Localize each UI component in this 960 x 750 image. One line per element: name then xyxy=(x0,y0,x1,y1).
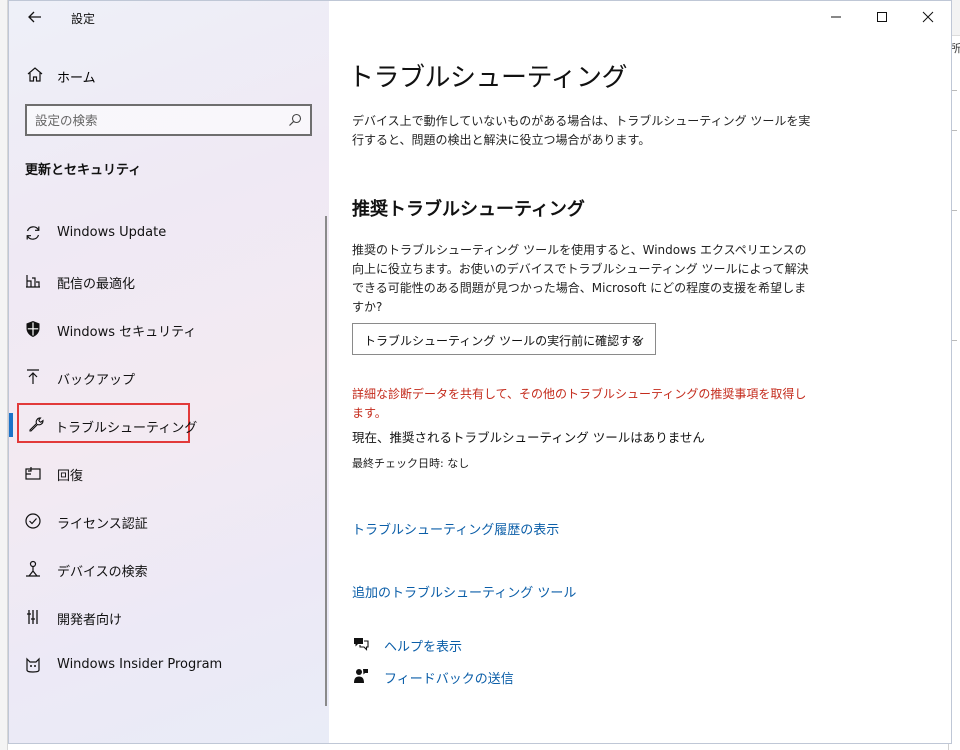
recommended-description: 推奨のトラブルシューティング ツールを使用すると、Windows エクスペリエン… xyxy=(352,243,809,314)
sidebar-item-label: 回復 xyxy=(57,469,84,484)
close-button[interactable] xyxy=(905,1,951,33)
developer-tools-icon xyxy=(27,610,38,624)
last-check-text: 最終チェック日時: なし xyxy=(352,457,470,470)
sidebar-item-delivery-optimization[interactable]: 配信の最適化 xyxy=(9,257,327,305)
sidebar-item-backup[interactable]: バックアップ xyxy=(9,353,327,401)
sidebar-item-find-my-device[interactable]: デバイスの検索 xyxy=(9,545,327,593)
minimize-button[interactable] xyxy=(813,1,859,33)
sidebar-item-label: ホーム xyxy=(57,71,96,86)
dropdown-value: トラブルシューティング ツールの実行前に確認する xyxy=(364,334,644,348)
sidebar-nav: Windows Update 配信の最適化 Windows セキュリティ バック… xyxy=(9,209,327,689)
sidebar-item-label: Windows セキュリティ xyxy=(57,325,197,340)
home-icon xyxy=(27,67,43,82)
sidebar-item-windows-update[interactable]: Windows Update xyxy=(9,209,327,257)
check-circle-icon xyxy=(25,513,41,529)
sidebar-item-label: バックアップ xyxy=(57,373,136,388)
sidebar-item-troubleshoot[interactable]: トラブルシューティング xyxy=(9,401,327,449)
sidebar-item-label: デバイスの検索 xyxy=(57,565,148,580)
sidebar-item-label: Windows Insider Program xyxy=(57,657,223,672)
search-icon[interactable] xyxy=(288,113,302,127)
additional-troubleshooters-link[interactable]: 追加のトラブルシューティング ツール xyxy=(352,582,576,601)
sidebar-item-activation[interactable]: ライセンス認証 xyxy=(9,497,327,545)
sidebar-titlebar: 設定 xyxy=(9,1,329,37)
settings-window: 設定 ホーム 更新とセキュリティ Windows Update 配信の最適化 W… xyxy=(8,0,952,744)
delivery-optimization-icon xyxy=(26,275,40,288)
sidebar-item-recovery[interactable]: 回復 xyxy=(9,449,327,497)
backup-arrow-icon xyxy=(27,369,39,384)
window-controls xyxy=(813,1,951,33)
intro-text: デバイス上で動作していないものがある場合は、トラブルシューティング ツールを実行… xyxy=(352,114,811,147)
search-box[interactable] xyxy=(25,104,312,136)
maximize-icon xyxy=(877,12,887,22)
wrench-icon xyxy=(29,417,44,432)
back-button[interactable] xyxy=(23,7,47,29)
feedback-link[interactable]: フィードバックの送信 xyxy=(352,665,652,689)
insider-cat-icon xyxy=(26,657,40,673)
troubleshoot-history-link[interactable]: トラブルシューティング履歴の表示 xyxy=(352,519,559,538)
sidebar-item-for-developers[interactable]: 開発者向け xyxy=(9,593,327,641)
main-content: トラブルシューティング デバイス上で動作していないものがある場合は、トラブルシュ… xyxy=(330,1,951,743)
page-title: トラブルシューティング xyxy=(348,63,627,93)
close-icon xyxy=(922,11,934,23)
sidebar-item-windows-security[interactable]: Windows セキュリティ xyxy=(9,305,327,353)
sidebar: 設定 ホーム 更新とセキュリティ Windows Update 配信の最適化 W… xyxy=(9,1,329,743)
sidebar-item-windows-insider[interactable]: Windows Insider Program xyxy=(9,641,327,689)
sidebar-item-label: トラブルシューティング xyxy=(55,421,198,436)
background-window-edge xyxy=(0,0,8,750)
status-text: 現在、推奨されるトラブルシューティング ツールはありません xyxy=(352,430,705,445)
sidebar-item-label: Windows Update xyxy=(57,225,167,240)
chevron-down-icon xyxy=(632,337,644,344)
feedback-icon xyxy=(354,669,368,683)
sidebar-scrollbar[interactable] xyxy=(325,216,327,706)
section-title: 更新とセキュリティ xyxy=(25,163,142,178)
troubleshoot-preference-dropdown[interactable]: トラブルシューティング ツールの実行前に確認する xyxy=(352,323,656,355)
shield-icon xyxy=(26,321,40,337)
back-arrow-icon xyxy=(28,11,41,23)
sidebar-item-label: 配信の最適化 xyxy=(57,277,136,292)
sidebar-item-home[interactable]: ホーム xyxy=(9,59,327,91)
help-label: ヘルプを表示 xyxy=(384,640,463,655)
minimize-icon xyxy=(831,16,841,18)
help-chat-icon xyxy=(354,638,369,651)
diagnostic-data-link[interactable]: 詳細な診断データを共有して、その他のトラブルシューティングの推奨事項を取得します… xyxy=(352,385,812,423)
sync-icon xyxy=(26,226,40,240)
selection-indicator xyxy=(9,413,13,437)
recovery-icon xyxy=(25,467,41,480)
sidebar-item-label: ライセンス認証 xyxy=(57,517,148,532)
sidebar-item-label: 開発者向け xyxy=(57,613,123,628)
search-input[interactable] xyxy=(27,106,267,134)
feedback-label: フィードバックの送信 xyxy=(384,672,514,687)
person-location-icon xyxy=(26,560,40,577)
get-help-link[interactable]: ヘルプを表示 xyxy=(352,633,652,657)
recommended-section-title: 推奨トラブルシューティング xyxy=(352,199,585,220)
app-title: 設定 xyxy=(71,12,96,26)
maximize-button[interactable] xyxy=(859,1,905,33)
